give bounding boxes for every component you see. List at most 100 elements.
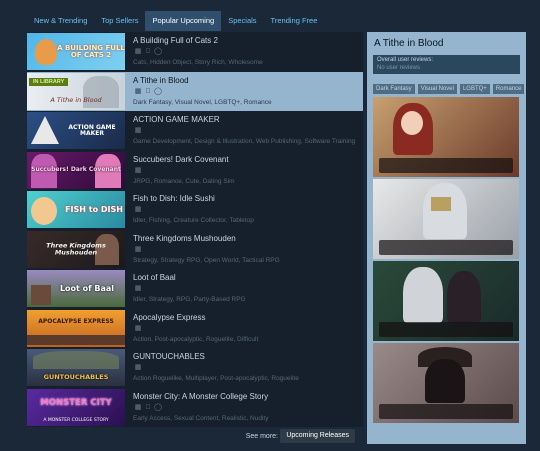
capsule-title-text: ACTION GAME MAKER — [68, 123, 116, 137]
game-row[interactable]: A BUILDING FULL OF CATS 2 A Building Ful… — [27, 32, 363, 72]
capsule-title-text: Loot of Baal — [59, 283, 115, 293]
game-tags: Action Roguelike, Multiplayer, Post-apoc… — [133, 375, 299, 382]
game-row[interactable]: MONSTER CITY A MONSTER COLLEGE STORY Mon… — [27, 387, 363, 427]
upcoming-releases-button[interactable]: Upcoming Releases — [280, 429, 355, 443]
game-capsule-image: Three Kingdoms Mushouden — [27, 230, 125, 268]
tag-visual-novel[interactable]: Visual Novel — [417, 84, 457, 94]
detail-tags: Dark Fantasy Visual Novel LGBTQ+ Romance — [373, 84, 525, 94]
game-tags: Early Access, Sexual Content, Realistic,… — [133, 414, 269, 422]
capsule-title-text: MONSTER CITY — [40, 398, 112, 409]
platform-icons: ▦ — [134, 364, 142, 372]
mac-icon:  — [144, 88, 152, 96]
tab-top-sellers[interactable]: Top Sellers — [94, 11, 145, 31]
game-row[interactable]: FISH to DISH Fish to Dish: Idle Sushi ▦ … — [27, 190, 363, 230]
platform-icons: ▦  ◯ — [134, 48, 162, 56]
capsule-title-text: Three Kingdoms Mushouden — [46, 241, 106, 256]
capsule-title-text: GUNTOUCHABLES — [43, 372, 109, 381]
platform-icons: ▦ — [134, 206, 142, 214]
game-row[interactable]: Succubers! Dark Covenant Succubers! Dark… — [27, 150, 363, 190]
game-title: Fish to Dish: Idle Sushi — [133, 194, 215, 203]
steam-icon: ◯ — [154, 403, 162, 411]
detail-title: A Tithe in Blood — [374, 38, 444, 49]
windows-icon: ▦ — [134, 403, 142, 411]
in-library-badge: IN LIBRARY — [29, 77, 69, 86]
capsule-title-text: APOCALYPSE EXPRESS — [38, 318, 114, 326]
game-row[interactable]: Three Kingdoms Mushouden Three Kingdoms … — [27, 229, 363, 269]
game-capsule-image: APOCALYPSE EXPRESS — [27, 309, 125, 347]
reviews-heading: Overall user reviews: — [377, 57, 434, 63]
tab-new-trending[interactable]: New & Trending — [27, 11, 94, 31]
see-more-bar: See more: Upcoming Releases — [27, 427, 363, 447]
tag-dark-fantasy[interactable]: Dark Fantasy — [373, 84, 415, 94]
see-more-label: See more: — [245, 433, 278, 440]
steam-store-page: New & Trending Top Sellers Popular Upcom… — [0, 0, 540, 451]
tab-specials[interactable]: Specials — [221, 11, 263, 31]
windows-icon: ▦ — [134, 127, 142, 134]
tag-romance[interactable]: Romance — [492, 84, 525, 94]
screenshot[interactable] — [373, 97, 519, 177]
dialogue-box — [379, 240, 513, 255]
game-tags: Idler, Strategy, RPG, Party-Based RPG — [133, 296, 246, 303]
capsule-title-text: Succubers! Dark Covenant — [31, 166, 121, 173]
windows-icon: ▦ — [134, 324, 142, 332]
steam-icon: ◯ — [154, 87, 162, 95]
user-reviews-box: Overall user reviews: No user reviews — [373, 55, 520, 74]
game-capsule-image: GUNTOUCHABLES — [27, 349, 125, 386]
dialogue-box — [379, 404, 513, 419]
screenshot-gallery — [373, 97, 520, 423]
game-title: ACTION GAME MAKER — [133, 115, 220, 124]
platform-icons: ▦ — [134, 127, 142, 135]
tab-popular-upcoming[interactable]: Popular Upcoming — [145, 11, 222, 31]
platform-icons: ▦  ◯ — [134, 88, 162, 96]
game-row-selected[interactable]: A Tithe in Blood IN LIBRARY A Tithe in B… — [27, 71, 363, 111]
platform-icons: ▦ — [134, 167, 142, 175]
game-tags: Game Development, Design & Illustration,… — [133, 138, 356, 145]
game-title: Apocalypse Express — [133, 312, 206, 322]
windows-icon: ▦ — [134, 245, 142, 253]
game-list: A BUILDING FULL OF CATS 2 A Building Ful… — [27, 32, 363, 451]
screenshot[interactable] — [373, 179, 519, 259]
mac-icon:  — [144, 48, 152, 56]
tab-trending-free[interactable]: Trending Free — [264, 11, 325, 31]
platform-icons: ▦ — [134, 285, 142, 293]
game-capsule-image: MONSTER CITY A MONSTER COLLEGE STORY — [27, 388, 125, 426]
platform-icons: ▦ — [134, 246, 142, 254]
game-title: Succubers! Dark Covenant — [133, 154, 229, 164]
platform-icons: ▦  ◯ — [134, 404, 162, 412]
capsule-title-text: FISH to DISH — [65, 204, 123, 214]
windows-icon: ▦ — [134, 285, 142, 292]
game-capsule-image: ACTION GAME MAKER — [27, 112, 125, 149]
game-row[interactable]: APOCALYPSE EXPRESS Apocalypse Express ▦ … — [27, 308, 363, 348]
game-capsule-image: Succubers! Dark Covenant — [27, 151, 125, 189]
windows-icon: ▦ — [134, 166, 142, 174]
game-tags: JRPG, Romance, Cute, Dating Sim — [133, 177, 235, 185]
tag-lgbtq[interactable]: LGBTQ+ — [459, 84, 490, 94]
game-tags: Action, Post-apocalyptic, Roguelite, Dif… — [133, 335, 259, 343]
game-row[interactable]: GUNTOUCHABLES GUNTOUCHABLES ▦ Action Rog… — [27, 348, 363, 388]
game-title: A Tithe in Blood — [133, 75, 189, 85]
game-tags: Strategy, Strategy RPG, Open World, Tact… — [133, 256, 280, 264]
game-tags: Dark Fantasy, Visual Novel, LGBTQ+, Roma… — [133, 98, 272, 106]
game-title: Three Kingdoms Mushouden — [133, 233, 236, 243]
tab-bar: New & Trending Top Sellers Popular Upcom… — [27, 11, 324, 31]
platform-icons: ▦ — [134, 325, 142, 333]
screenshot[interactable] — [373, 261, 519, 341]
game-tags: Cats, Hidden Object, Story Rich, Wholeso… — [133, 59, 263, 66]
game-capsule-image: A Tithe in Blood IN LIBRARY — [27, 72, 125, 110]
screenshot[interactable] — [373, 343, 519, 423]
dialogue-box — [379, 158, 513, 173]
steam-icon: ◯ — [154, 48, 162, 55]
game-title: GUNTOUCHABLES — [133, 352, 205, 361]
capsule-title-text: A BUILDING FULL OF CATS 2 — [57, 43, 125, 59]
game-row[interactable]: Loot of Baal Loot of Baal ▦ Idler, Strat… — [27, 269, 363, 309]
game-title: Loot of Baal — [133, 273, 176, 282]
dialogue-box — [379, 322, 513, 337]
windows-icon: ▦ — [134, 87, 142, 95]
game-capsule-image: FISH to DISH — [27, 191, 125, 228]
mac-icon:  — [144, 404, 152, 412]
game-title: Monster City: A Monster College Story — [133, 391, 269, 401]
game-row[interactable]: ACTION GAME MAKER ACTION GAME MAKER ▦ Ga… — [27, 111, 363, 151]
game-detail-panel: A Tithe in Blood Overall user reviews: N… — [367, 32, 526, 444]
game-capsule-image: A BUILDING FULL OF CATS 2 — [27, 33, 125, 70]
capsule-title-text: A Tithe in Blood — [50, 96, 102, 104]
